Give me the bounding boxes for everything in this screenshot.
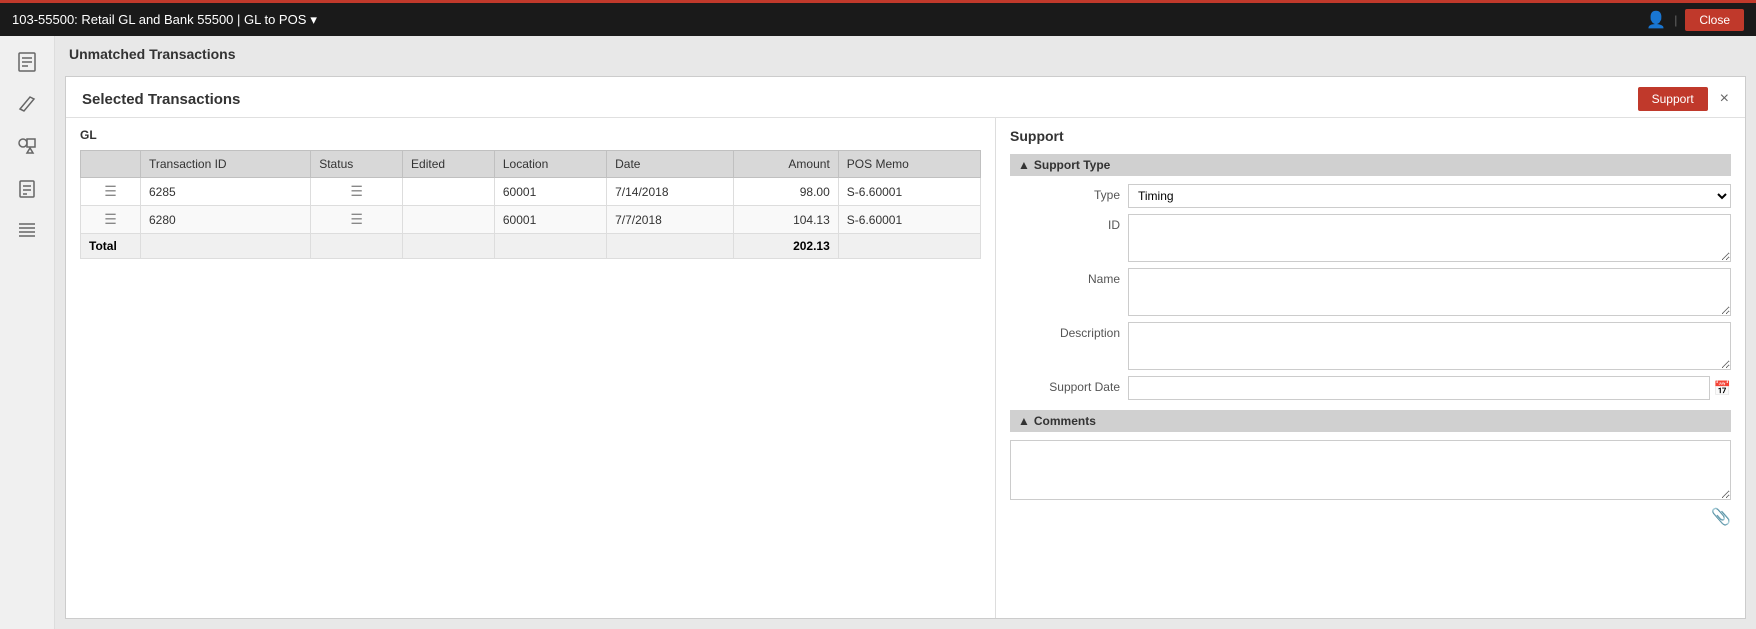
total-empty-2 <box>311 234 403 259</box>
modal-body: GL Transaction ID Status Edited Location… <box>66 118 1745 618</box>
transactions-table: Transaction ID Status Edited Location Da… <box>80 150 981 259</box>
id-label: ID <box>1010 214 1120 232</box>
page-heading: Unmatched Transactions <box>69 46 1742 62</box>
total-empty-1 <box>141 234 311 259</box>
row-status[interactable]: ☰ <box>311 206 403 234</box>
row-date: 7/7/2018 <box>607 206 734 234</box>
support-date-input[interactable] <box>1128 376 1710 400</box>
gl-label: GL <box>80 128 981 142</box>
col-header-amount: Amount <box>733 151 838 178</box>
table-row: ☰ 6285 ☰ 60001 7/14/2018 98.00 S-6.60001 <box>81 178 981 206</box>
main-layout: Unmatched Transactions Selected Transact… <box>0 36 1756 629</box>
comments-input[interactable] <box>1010 440 1731 500</box>
support-title: Support <box>1010 128 1064 144</box>
row-transaction-id: 6280 <box>141 206 311 234</box>
col-header-pos-memo: POS Memo <box>838 151 980 178</box>
attach-icon[interactable]: 📎 <box>1711 507 1731 527</box>
support-type-form: Type Timing Documentation Other ID Name <box>1010 184 1731 400</box>
sidebar-icon-edit[interactable] <box>9 86 45 122</box>
col-header-transaction-id: Transaction ID <box>141 151 311 178</box>
comments-label: Comments <box>1034 414 1096 428</box>
sidebar-icon-shapes[interactable] <box>9 128 45 164</box>
support-type-label: Support Type <box>1034 158 1110 172</box>
col-header-edited: Edited <box>403 151 495 178</box>
row-date: 7/14/2018 <box>607 178 734 206</box>
col-header-date: Date <box>607 151 734 178</box>
attach-row: 📎 <box>1010 503 1731 531</box>
sidebar-icon-clipboard[interactable] <box>9 170 45 206</box>
support-type-collapse-icon: ▲ <box>1018 158 1030 172</box>
row-edited <box>403 206 495 234</box>
support-type-section-header[interactable]: ▲ Support Type <box>1010 154 1731 176</box>
row-location: 60001 <box>494 206 606 234</box>
modal-title: Selected Transactions <box>82 91 240 108</box>
top-bar: 103-55500: Retail GL and Bank 55500 | GL… <box>0 0 1756 36</box>
name-input[interactable] <box>1128 268 1731 316</box>
calendar-icon[interactable]: 📅 <box>1714 380 1731 397</box>
total-empty-4 <box>494 234 606 259</box>
row-amount: 104.13 <box>733 206 838 234</box>
description-input[interactable] <box>1128 322 1731 370</box>
row-icon[interactable]: ☰ <box>81 178 141 206</box>
col-header-location: Location <box>494 151 606 178</box>
app-title: 103-55500: Retail GL and Bank 55500 | GL… <box>12 12 317 28</box>
total-empty-3 <box>403 234 495 259</box>
row-edited <box>403 178 495 206</box>
type-field-row: Timing Documentation Other <box>1128 184 1731 208</box>
total-empty-5 <box>607 234 734 259</box>
name-label: Name <box>1010 268 1120 286</box>
support-section: Support ▲ Support Type Type Timing Docum… <box>996 118 1745 618</box>
row-pos-memo: S-6.60001 <box>838 206 980 234</box>
description-label: Description <box>1010 322 1120 340</box>
row-transaction-id: 6285 <box>141 178 311 206</box>
sidebar-icon-document-list[interactable] <box>9 44 45 80</box>
support-button[interactable]: Support <box>1638 87 1708 111</box>
sidebar <box>0 36 55 629</box>
user-icon[interactable]: 👤 <box>1646 10 1666 30</box>
sidebar-icon-lines[interactable] <box>9 212 45 248</box>
row-status[interactable]: ☰ <box>311 178 403 206</box>
support-date-row: 📅 <box>1128 376 1731 400</box>
type-select[interactable]: Timing Documentation Other <box>1128 184 1731 208</box>
total-empty-6 <box>838 234 980 259</box>
col-header-status: Status <box>311 151 403 178</box>
divider: | <box>1674 13 1677 27</box>
comments-collapse-icon: ▲ <box>1018 414 1030 428</box>
gl-section: GL Transaction ID Status Edited Location… <box>66 118 996 618</box>
modal-header: Selected Transactions Support × <box>66 77 1745 118</box>
title-text: 103-55500: Retail GL and Bank 55500 | GL… <box>12 12 306 27</box>
total-label: Total <box>81 234 141 259</box>
content-area: Unmatched Transactions Selected Transact… <box>55 36 1756 629</box>
modal-close-button[interactable]: × <box>1720 90 1729 108</box>
table-row: ☰ 6280 ☰ 60001 7/7/2018 104.13 S-6.60001 <box>81 206 981 234</box>
row-location: 60001 <box>494 178 606 206</box>
row-icon[interactable]: ☰ <box>81 206 141 234</box>
row-amount: 98.00 <box>733 178 838 206</box>
close-button[interactable]: Close <box>1685 9 1744 31</box>
comments-section-header[interactable]: ▲ Comments <box>1010 410 1731 432</box>
modal: Selected Transactions Support × GL Tra <box>65 76 1746 619</box>
id-input[interactable] <box>1128 214 1731 262</box>
row-pos-memo: S-6.60001 <box>838 178 980 206</box>
title-dropdown-icon[interactable]: ▾ <box>310 12 317 28</box>
col-header-checkbox <box>81 151 141 178</box>
support-date-label: Support Date <box>1010 376 1120 394</box>
support-heading: Support <box>1010 128 1731 144</box>
type-label: Type <box>1010 184 1120 202</box>
total-amount: 202.13 <box>733 234 838 259</box>
top-bar-right: 👤 | Close <box>1646 9 1744 31</box>
